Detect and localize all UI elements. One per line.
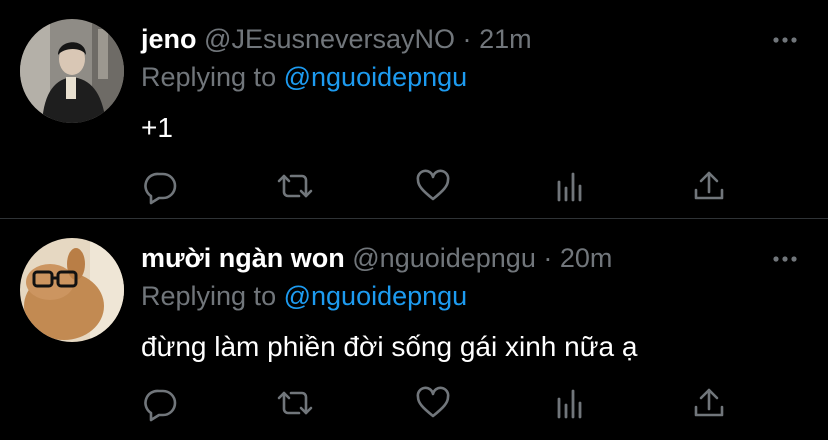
timestamp[interactable]: 21m	[479, 24, 532, 54]
replying-to-line: Replying to @nguoidepngu	[141, 279, 467, 313]
display-name[interactable]: mười ngàn won	[141, 243, 345, 273]
share-icon[interactable]	[689, 383, 729, 423]
replying-to-label: Replying to	[141, 281, 277, 311]
avatar[interactable]	[20, 19, 124, 123]
retweet-icon[interactable]	[275, 383, 315, 423]
tweet-header: mười ngàn won @nguoidepngu · 20m	[141, 241, 612, 275]
like-icon[interactable]	[413, 166, 453, 206]
separator-dot: ·	[462, 24, 472, 54]
reply-icon[interactable]	[141, 383, 181, 423]
avatar[interactable]	[20, 238, 124, 342]
display-name[interactable]: jeno	[141, 24, 197, 54]
profile-photo-person-icon	[20, 19, 124, 123]
mention-link[interactable]: @nguoidepngu	[284, 62, 468, 92]
reply-icon[interactable]	[141, 166, 181, 206]
replying-to-line: Replying to @nguoidepngu	[141, 60, 467, 94]
user-handle[interactable]: @nguoidepngu	[352, 243, 536, 273]
analytics-icon[interactable]	[551, 383, 591, 423]
mention-link[interactable]: @nguoidepngu	[284, 281, 468, 311]
replying-to-label: Replying to	[141, 62, 277, 92]
timestamp[interactable]: 20m	[560, 243, 613, 273]
action-bar	[141, 166, 741, 206]
tweet[interactable]: mười ngàn won @nguoidepngu · 20m Replyin…	[0, 219, 828, 438]
profile-photo-rabbit-glasses-icon	[20, 238, 124, 342]
like-icon[interactable]	[413, 383, 453, 423]
share-icon[interactable]	[689, 166, 729, 206]
action-bar	[141, 383, 741, 423]
tweet-text: đừng làm phiền đời sống gái xinh nữa ạ	[141, 331, 638, 362]
tweet[interactable]: jeno @JEsusneversayNO · 21m Replying to …	[0, 0, 828, 219]
separator-dot: ·	[543, 243, 553, 273]
analytics-icon[interactable]	[551, 166, 591, 206]
user-handle[interactable]: @JEsusneversayNO	[204, 24, 455, 54]
tweet-header: jeno @JEsusneversayNO · 21m	[141, 22, 532, 56]
tweet-text: +1	[141, 112, 173, 143]
more-options-icon[interactable]	[772, 30, 798, 50]
retweet-icon[interactable]	[275, 166, 315, 206]
more-options-icon[interactable]	[772, 249, 798, 269]
